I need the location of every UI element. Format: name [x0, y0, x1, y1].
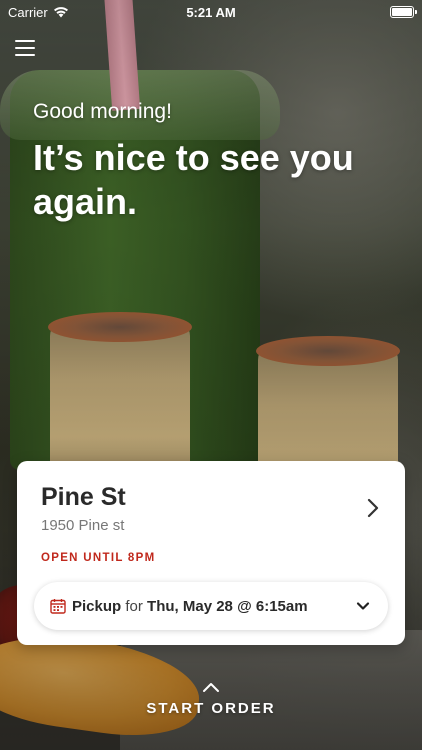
start-order-button[interactable]: START ORDER [0, 680, 422, 717]
battery-icon [390, 6, 417, 18]
chevron-right-icon[interactable] [363, 497, 383, 519]
pickup-connector: for [125, 597, 143, 615]
store-hours: OPEN UNTIL 8PM [41, 552, 156, 564]
chevron-up-icon [203, 683, 219, 692]
status-bar: Carrier 5:21 AM [0, 0, 422, 24]
status-left: Carrier [8, 5, 148, 20]
status-time: 5:21 AM [186, 4, 236, 20]
pickup-summary: Pickup for Thu, May 28 @ 6:15am [72, 598, 356, 615]
store-name: Pine St [41, 483, 126, 511]
status-right [274, 6, 417, 18]
carrier-label: Carrier [8, 4, 48, 20]
start-order-label: START ORDER [146, 700, 276, 717]
calendar-icon [50, 599, 66, 614]
pickup-time-selector[interactable]: Pickup for Thu, May 28 @ 6:15am [34, 582, 388, 630]
chevron-down-icon[interactable] [356, 601, 370, 611]
pickup-mode: Pickup [72, 597, 122, 615]
store-card[interactable]: Pine St 1950 Pine st OPEN UNTIL 8PM Pick… [17, 461, 405, 645]
hamburger-menu-icon[interactable] [14, 38, 36, 58]
battery-level [392, 8, 412, 16]
greeting-text: Good morning! [33, 100, 172, 123]
welcome-headline: It’s nice to see you again. [33, 137, 354, 222]
pickup-datetime: Thu, May 28 @ 6:15am [147, 597, 308, 615]
wifi-icon [53, 7, 68, 18]
store-address: 1950 Pine st [41, 517, 125, 534]
